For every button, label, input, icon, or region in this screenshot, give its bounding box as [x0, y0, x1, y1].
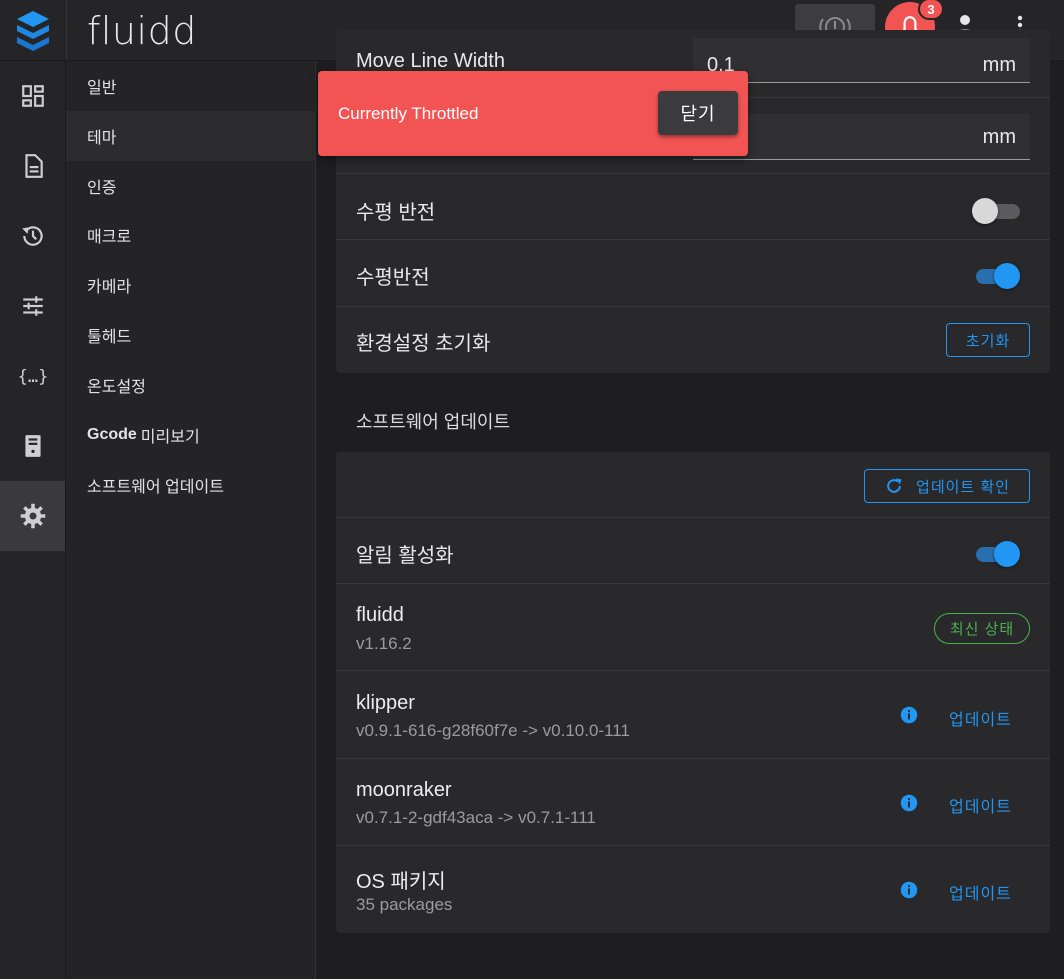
update-button[interactable]: 업데이트	[949, 793, 1012, 817]
notify-label: 알림 활성화	[356, 545, 454, 567]
component-name: fluidd	[356, 604, 404, 626]
component-row-os: OS 패키지 35 packages 업데이트	[336, 846, 1050, 933]
settings-nav-macros[interactable]: 매크로	[66, 210, 315, 260]
update-check-row: 업데이트 확인	[336, 452, 1050, 518]
nav-rail: {…}	[0, 61, 66, 979]
notify-toggle[interactable]	[972, 541, 1020, 567]
settings-nav-toolhead[interactable]: 툴헤드	[66, 310, 315, 360]
settings-nav-software-updates[interactable]: 소프트웨어 업데이트	[66, 460, 315, 510]
flip-horizontal-toggle[interactable]	[972, 198, 1020, 224]
rail-tune[interactable]	[0, 271, 65, 341]
unit-label: mm	[982, 126, 1016, 148]
component-version: 35 packages	[356, 895, 453, 914]
info-icon[interactable]	[900, 706, 918, 724]
component-row-fluidd: fluidd v1.16.2 최신 상태	[336, 584, 1050, 671]
software-updates-title: 소프트웨어 업데이트	[356, 412, 511, 432]
app-title: fluidd	[66, 0, 197, 61]
settings-nav-theme[interactable]: 테마	[66, 111, 315, 161]
rail-config[interactable]: {…}	[0, 341, 65, 411]
reset-settings-row: 환경설정 초기화 초기화	[336, 307, 1050, 373]
up-to-date-badge: 최신 상태	[934, 613, 1030, 644]
component-name: OS 패키지	[356, 871, 446, 893]
rail-system[interactable]	[0, 411, 65, 481]
rail-history[interactable]	[0, 201, 65, 271]
dashboard-icon	[21, 85, 44, 107]
server-icon	[24, 435, 41, 457]
file-document-icon	[24, 154, 43, 178]
throttled-snackbar: Currently Throttled 닫기	[318, 71, 748, 156]
reset-button[interactable]: 초기화	[946, 323, 1030, 357]
info-icon[interactable]	[900, 881, 918, 899]
rail-jobs[interactable]	[0, 131, 65, 201]
fluidd-logo[interactable]	[0, 0, 66, 61]
snackbar-message: Currently Throttled	[338, 104, 479, 123]
reset-settings-label: 환경설정 초기화	[356, 333, 491, 355]
settings-nav-camera[interactable]: 카메라	[66, 260, 315, 310]
flip-horizontal-label: 수평 반전	[356, 202, 436, 224]
info-icon[interactable]	[900, 794, 918, 812]
update-button[interactable]: 업데이트	[949, 706, 1012, 730]
settings-nav-presets[interactable]: 온도설정	[66, 360, 315, 410]
svg-text:{…}: {…}	[18, 367, 48, 387]
flip-vertical-label: 수평반전	[356, 267, 430, 289]
software-updates-card: 업데이트 확인 알림 활성화 fluidd v1.16.2 최신 상태 klip…	[336, 452, 1050, 933]
notify-row: 알림 활성화	[336, 518, 1050, 584]
component-name: klipper	[356, 692, 415, 714]
move-line-width-label: Move Line Width	[356, 50, 505, 72]
check-updates-button[interactable]: 업데이트 확인	[864, 469, 1030, 503]
flip-horizontal-row: 수평 반전	[336, 174, 1050, 240]
settings-nav-gcode-preview[interactable]: Gcode 미리보기	[66, 410, 315, 460]
code-braces-icon: {…}	[18, 367, 48, 387]
update-button[interactable]: 업데이트	[949, 880, 1012, 904]
settings-nav-auth[interactable]: 인증	[66, 161, 315, 211]
component-version: v0.9.1-616-g28f60f7e -> v0.10.0-111	[356, 721, 630, 740]
notification-count-badge: 3	[918, 0, 944, 20]
snackbar-close-button[interactable]: 닫기	[658, 91, 738, 135]
settings-nav: 일반 테마 인증 매크로 카메라 툴헤드 온도설정 Gcode 미리보기 소프트웨…	[66, 61, 316, 979]
component-row-klipper: klipper v0.9.1-616-g28f60f7e -> v0.10.0-…	[336, 671, 1050, 759]
rail-dashboard[interactable]	[0, 61, 65, 131]
component-row-moonraker: moonraker v0.7.1-2-gdf43aca -> v0.7.1-11…	[336, 759, 1050, 846]
rail-settings[interactable]	[0, 481, 65, 551]
unit-label: mm	[982, 54, 1016, 76]
gear-icon	[20, 503, 45, 529]
flip-vertical-row: 수평반전	[336, 240, 1050, 307]
refresh-icon	[887, 478, 902, 493]
component-version: v1.16.2	[356, 634, 412, 653]
tune-icon	[22, 296, 43, 316]
component-name: moonraker	[356, 779, 452, 801]
history-icon	[21, 226, 43, 246]
component-version: v0.7.1-2-gdf43aca -> v0.7.1-111	[356, 808, 596, 827]
flip-vertical-toggle[interactable]	[972, 263, 1020, 289]
settings-nav-general[interactable]: 일반	[66, 61, 315, 111]
